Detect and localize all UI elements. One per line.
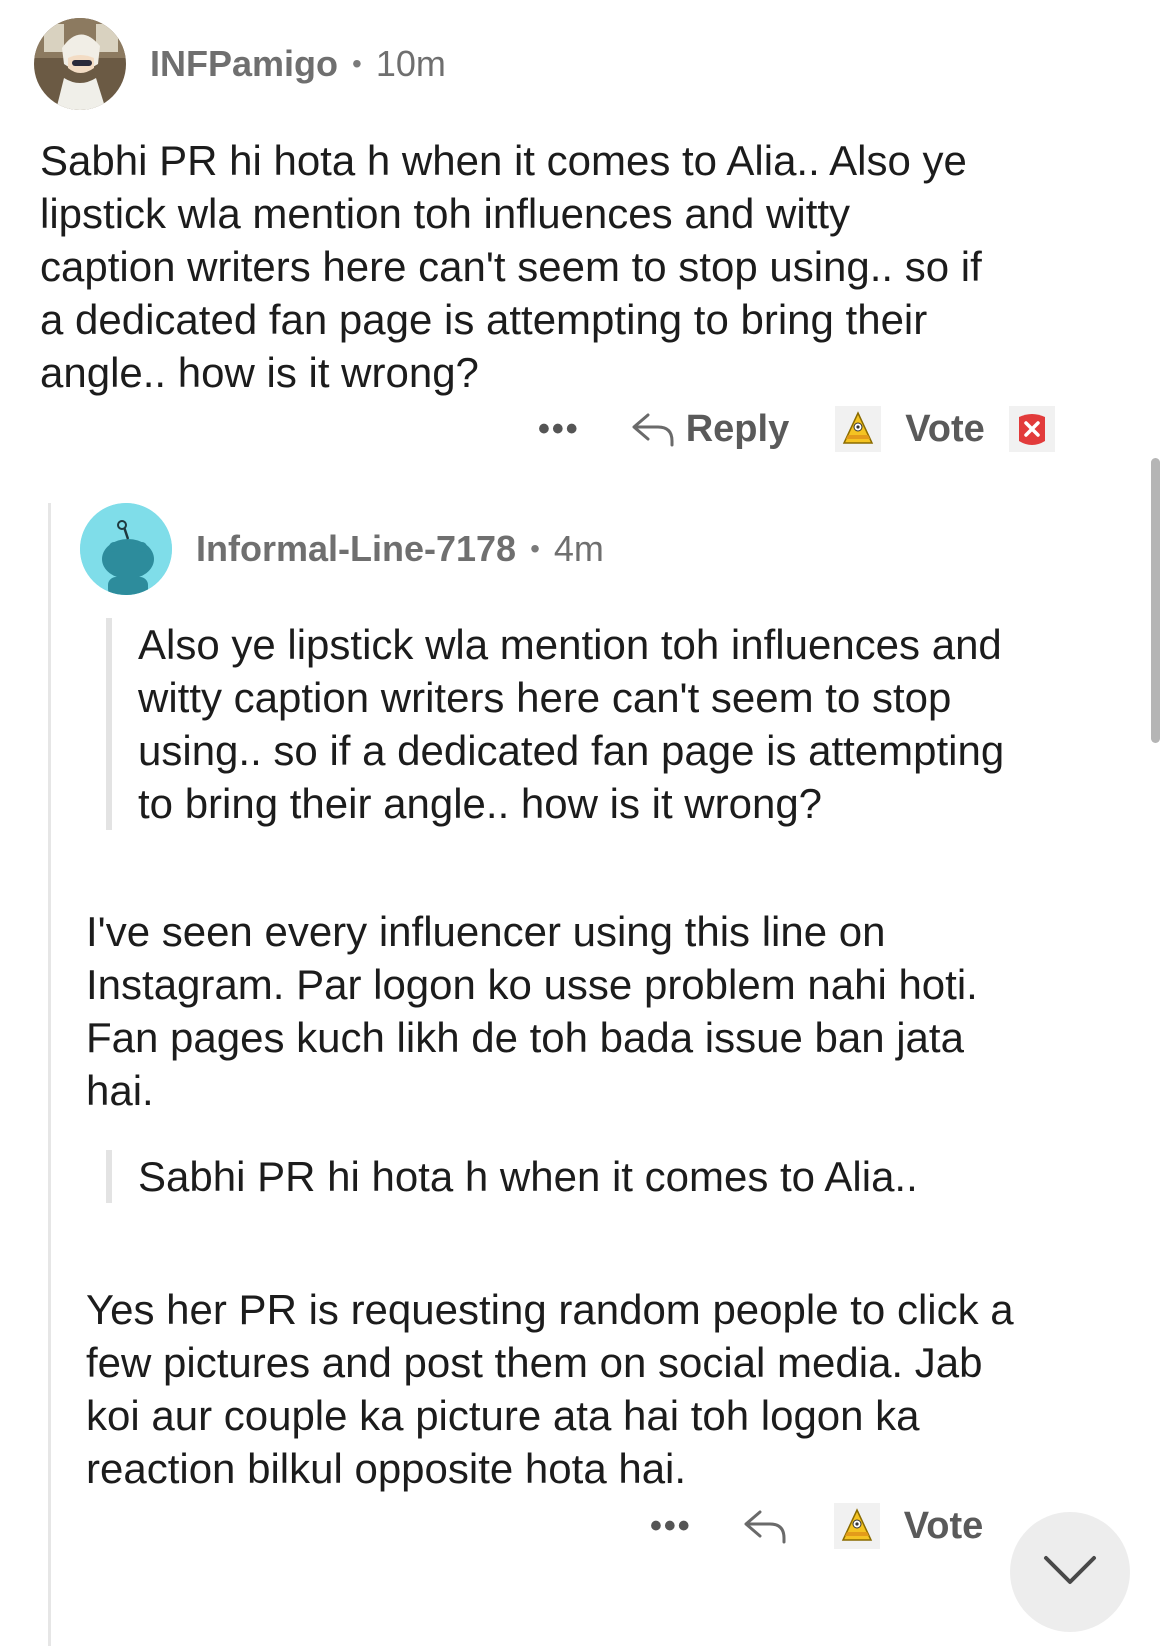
separator-dot: •: [530, 533, 540, 564]
paragraph-line: Yes her PR is requesting random people t…: [86, 1286, 1014, 1333]
comment1-line: Sabhi PR hi hota h when it comes to Alia…: [40, 137, 967, 184]
award-cone-icon[interactable]: [835, 406, 882, 452]
separator-dot: •: [352, 48, 362, 79]
reply-arrow-icon[interactable]: [742, 1506, 788, 1546]
reply-arrow-icon: [630, 409, 676, 449]
paragraph-line: Fan pages kuch likh de toh bada issue ba…: [86, 1014, 964, 1061]
vote-label[interactable]: Vote: [904, 1505, 984, 1548]
avatar-infpamigo[interactable]: [34, 18, 126, 110]
comment1-actions: ••• Reply Vote: [538, 405, 1055, 453]
comment1-username[interactable]: INFPamigo: [150, 43, 338, 85]
thread-line[interactable]: [48, 503, 51, 1646]
more-options-button[interactable]: •••: [538, 410, 580, 449]
comment2-paragraph-2: Yes her PR is requesting random people t…: [86, 1283, 1086, 1495]
comment2-username[interactable]: Informal-Line-7178: [196, 528, 516, 570]
comment2-paragraph-1: I've seen every influencer using this li…: [86, 905, 1086, 1117]
chevron-down-icon: [1040, 1552, 1100, 1593]
scrollbar-thumb[interactable]: [1151, 458, 1160, 743]
avatar-informal-line[interactable]: [80, 503, 172, 595]
paragraph-line: hai.: [86, 1067, 154, 1114]
red-x-icon[interactable]: [1008, 406, 1055, 452]
quote-line: to bring their angle.. how is it wrong?: [138, 780, 823, 827]
comment2-timestamp: 4m: [553, 528, 604, 569]
award-cone-icon[interactable]: [833, 1503, 880, 1549]
comment1-timestamp: 10m: [375, 43, 446, 84]
comment1-line: caption writers here can't seem to stop …: [40, 243, 982, 290]
scroll-down-button[interactable]: [1010, 1512, 1130, 1632]
quote-line: Also ye lipstick wla mention toh influen…: [138, 621, 1002, 668]
comment2-quote-1: Also ye lipstick wla mention toh influen…: [106, 618, 1098, 830]
vote-label[interactable]: Vote: [905, 408, 985, 451]
more-options-button[interactable]: •••: [650, 1507, 692, 1546]
quote-line: Sabhi PR hi hota h when it comes to Alia…: [138, 1153, 918, 1200]
quote-line: using.. so if a dedicated fan page is at…: [138, 727, 1005, 774]
comment2-actions: ••• Vote: [650, 1502, 983, 1550]
paragraph-line: Instagram. Par logon ko usse problem nah…: [86, 961, 978, 1008]
paragraph-line: reaction bilkul opposite hota hai.: [86, 1445, 687, 1492]
comment1-line: a dedicated fan page is attempting to br…: [40, 296, 928, 343]
paragraph-line: few pictures and post them on social med…: [86, 1339, 983, 1386]
comment2-quote-2: Sabhi PR hi hota h when it comes to Alia…: [106, 1150, 1098, 1203]
comment2-meta: Informal-Line-7178 • 4m: [196, 527, 604, 571]
comment1-body: Sabhi PR hi hota h when it comes to Alia…: [40, 134, 1110, 399]
paragraph-line: koi aur couple ka picture ata hai toh lo…: [86, 1392, 920, 1439]
reply-button[interactable]: Reply: [630, 408, 789, 451]
reply-label: Reply: [685, 407, 790, 450]
paragraph-line: I've seen every influencer using this li…: [86, 908, 886, 955]
comment1-line: lipstick wla mention toh influences and …: [40, 190, 851, 237]
comment1-meta: INFPamigo • 10m: [150, 42, 446, 86]
comment1-line: angle.. how is it wrong?: [40, 349, 479, 396]
quote-line: witty caption writers here can't seem to…: [138, 674, 952, 721]
